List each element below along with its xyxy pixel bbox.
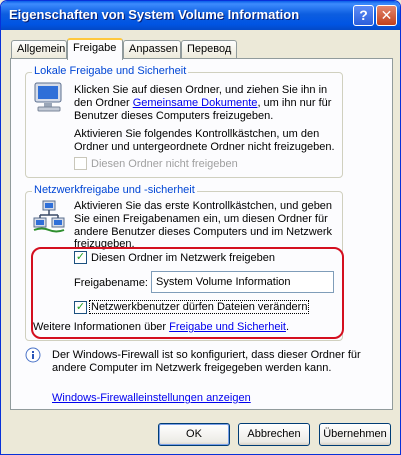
share-name-input[interactable]: System Volume Information [151,271,334,293]
local-para1-line2: den Ordner Gemeinsame Dokumente, um ihn … [74,97,331,110]
tab-freigabe[interactable]: Freigabe [67,38,123,60]
close-button[interactable]: ✕ [376,5,397,26]
network-desc-line4: freizugeben. [74,238,135,250]
sharing-security-link[interactable]: Freigabe und Sicherheit [169,321,286,333]
computer-monitor-icon [34,82,62,112]
do-not-share-label: Diesen Ordner nicht freigeben [91,158,238,170]
local-para1-line3: Benutzer dieses Computers freizugeben. [74,110,274,122]
network-sharing-title: Netzwerkfreigabe und -sicherheit [32,184,197,196]
do-not-share-checkbox[interactable] [74,157,87,170]
cancel-button[interactable]: Abbrechen [238,423,310,446]
tab-allgemein[interactable]: Allgemein [11,40,67,59]
local-sharing-title: Lokale Freigabe und Sicherheit [32,65,189,77]
firewall-line2: andere Computer im Netzwerk freigegeben … [52,362,332,374]
local-para2-line2: Ordner und untergeordnete Ordner nicht f… [74,141,335,153]
tab-anpassen[interactable]: Anpassen [123,40,181,59]
allow-change-label: Netzwerkbenutzer dürfen Dateien veränder… [89,300,310,314]
local-para2-line1: Aktivieren Sie folgendes Kontrollkästche… [74,128,320,140]
network-share-icon [33,200,65,233]
ok-button[interactable]: OK [158,423,230,446]
local-para1-line1: Klicken Sie auf diesen Ordner, und ziehe… [74,84,328,96]
local-para1-suffix: , um ihn nur für [257,97,332,109]
info-icon [25,347,41,363]
more-info-suffix: . [285,321,290,333]
network-desc-line1: Aktivieren Sie das erste Kontrollkästche… [74,200,333,212]
shared-documents-link[interactable]: Gemeinsame Dokumente [133,97,258,109]
network-desc-line2: Sie einen Freigabenamen ein, um diesen O… [74,213,328,225]
firewall-line1: Der Windows-Firewall ist so konfiguriert… [52,349,361,361]
title-bar[interactable]: Eigenschaften von System Volume Informat… [1,1,400,30]
tab-perevod[interactable]: Перевод [181,40,237,59]
help-button[interactable]: ? [353,5,374,26]
more-info-prefix: Weitere Informationen über [33,321,170,333]
local-para1-prefix: den Ordner [74,97,133,109]
share-name-label: Freigabename: [74,277,148,289]
share-on-network-checkbox[interactable]: ✓ [74,251,87,264]
more-info-line: Weitere Informationen über Freigabe und … [33,321,289,334]
firewall-settings-link[interactable]: Windows-Firewalleinstellungen anzeigen [52,392,251,405]
allow-change-label-text: Netzwerkbenutzer dürfen Dateien veränder… [89,300,310,314]
apply-button[interactable]: Übernehmen [319,423,391,446]
share-on-network-label: Diesen Ordner im Netzwerk freigeben [91,252,276,264]
window-title: Eigenschaften von System Volume Informat… [9,7,300,22]
properties-dialog: Eigenschaften von System Volume Informat… [0,0,401,455]
allow-change-checkbox[interactable]: ✓ [74,301,87,314]
